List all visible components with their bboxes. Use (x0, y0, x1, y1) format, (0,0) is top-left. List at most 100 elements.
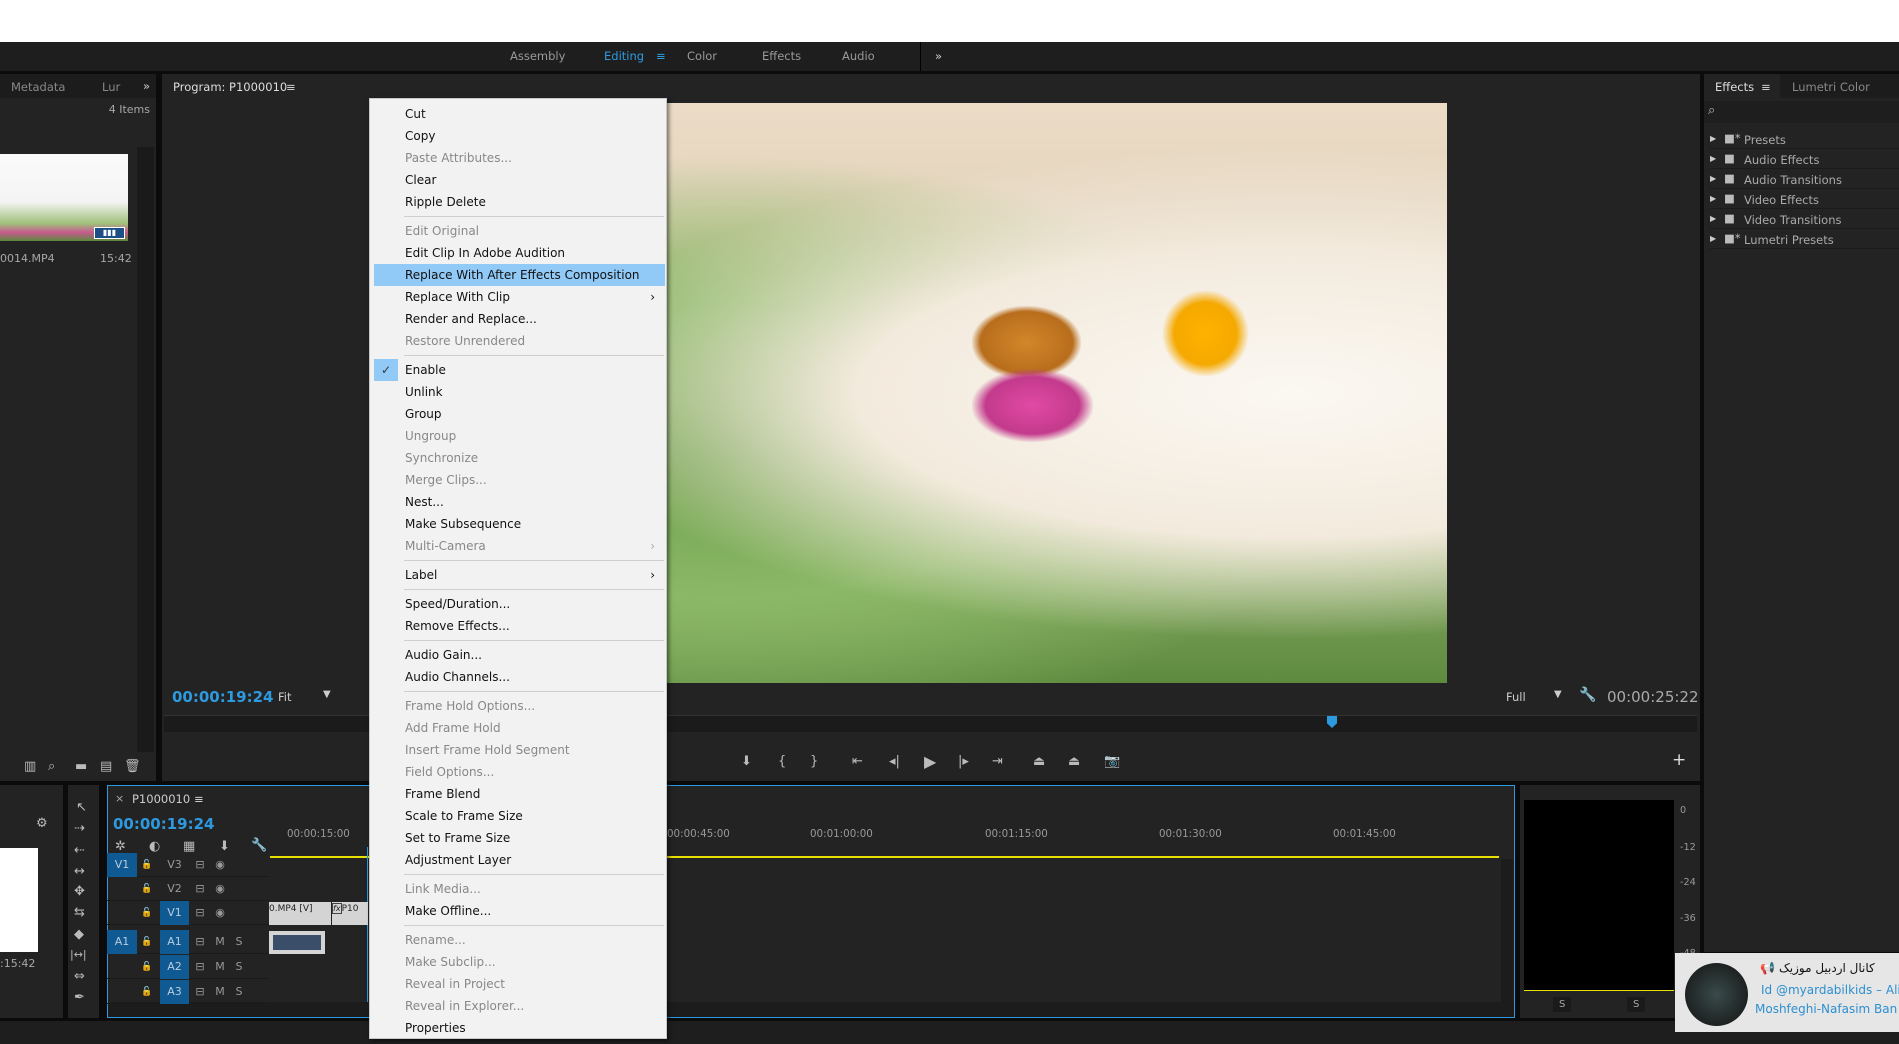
timeline-scrollbar[interactable] (1501, 859, 1513, 1004)
menu-item-multi-camera[interactable]: Multi-Camera › (374, 535, 665, 557)
sync-lock-icon[interactable]: ⊟ (194, 853, 206, 877)
effects-item-presets[interactable]: ▶ ■* Presets (1710, 130, 1899, 149)
effects-menu-icon[interactable]: ≡ (1761, 80, 1771, 94)
fit-chevron-icon[interactable]: ▼ (323, 689, 331, 700)
mark-in-icon[interactable]: { (778, 754, 786, 769)
menu-item-reveal-in-explorer[interactable]: Reveal in Explorer... (374, 995, 665, 1017)
sync-lock-icon[interactable]: ⊟ (194, 955, 206, 979)
video-clip-2[interactable]: fxP10 (332, 902, 368, 925)
workspace-effects[interactable]: Effects (762, 49, 801, 63)
timeline-settings-icon[interactable]: 🔧 (251, 838, 267, 853)
solo-button[interactable]: S (233, 930, 245, 954)
linked-selection-icon[interactable]: ◐ (149, 839, 160, 854)
eye-icon[interactable]: ◉ (214, 853, 226, 877)
menu-item-audio-channels[interactable]: Audio Channels... (374, 666, 665, 688)
expand-triangle-icon[interactable]: ▶ (1710, 154, 1716, 163)
sync-lock-icon[interactable]: ⊟ (194, 930, 206, 954)
program-timecode[interactable]: 00:00:19:24 (172, 688, 274, 706)
menu-item-replace-with-after-effects-composition[interactable]: Replace With After Effects Composition (374, 264, 665, 286)
menu-item-merge-clips[interactable]: Merge Clips... (374, 469, 665, 491)
menu-item-field-options[interactable]: Field Options... (374, 761, 665, 783)
step-back-icon[interactable]: ◂| (889, 754, 900, 769)
new-bin-icon[interactable]: ▬ (75, 759, 87, 774)
snap-icon[interactable]: ✲ (115, 839, 126, 854)
razor-tool-icon[interactable]: ◆ (74, 927, 84, 942)
menu-item-cut[interactable]: Cut (374, 103, 665, 125)
menu-item-edit-original[interactable]: Edit Original (374, 220, 665, 242)
effects-item-audio-transitions[interactable]: ▶ ■ Audio Transitions (1710, 170, 1899, 189)
tab-effects[interactable]: Effects (1715, 80, 1754, 94)
menu-item-add-frame-hold[interactable]: Add Frame Hold (374, 717, 665, 739)
tab-lur[interactable]: Lur (102, 80, 120, 94)
menu-item-restore-unrendered[interactable]: Restore Unrendered (374, 330, 665, 352)
menu-item-clear[interactable]: Clear (374, 169, 665, 191)
expand-triangle-icon[interactable]: ▶ (1710, 234, 1716, 243)
go-to-out-icon[interactable]: ⇥ (992, 754, 1003, 769)
monitor-menu-icon[interactable]: ≡ (286, 80, 296, 94)
menu-item-copy[interactable]: Copy (374, 125, 665, 147)
marker-icon[interactable]: ⬇ (219, 839, 230, 854)
menu-item-adjustment-layer[interactable]: Adjustment Layer (374, 849, 665, 871)
menu-item-label[interactable]: Label › (374, 564, 665, 586)
quality-dropdown[interactable]: Full (1506, 690, 1526, 704)
add-marker-icon[interactable]: ⬇ (741, 754, 752, 769)
audio-clip[interactable] (269, 931, 325, 954)
source-patch[interactable] (107, 980, 137, 1004)
selection-tool-icon[interactable]: ↖ (76, 800, 87, 815)
effects-search-input[interactable]: ⌕ (1704, 101, 1899, 123)
fit-dropdown[interactable]: Fit (278, 690, 291, 704)
source-patch[interactable] (107, 955, 137, 979)
track-target[interactable]: A1 (160, 930, 189, 954)
solo-button[interactable]: S (233, 980, 245, 1004)
workspace-menu-icon[interactable]: ≡ (656, 49, 666, 63)
menu-item-render-and-replace[interactable]: Render and Replace... (374, 308, 665, 330)
new-item-icon[interactable]: ▤ (100, 759, 112, 774)
effects-item-video-effects[interactable]: ▶ ■ Video Effects (1710, 190, 1899, 209)
track-target[interactable]: A2 (160, 955, 189, 979)
ripple-edit-tool-icon[interactable]: ⇠ (74, 843, 85, 858)
menu-item-rename[interactable]: Rename... (374, 929, 665, 951)
list-view-icon[interactable]: ▥ (24, 759, 36, 774)
source-patch[interactable]: A1 (107, 930, 137, 954)
menu-item-unlink[interactable]: Unlink (374, 381, 665, 403)
expand-triangle-icon[interactable]: ▶ (1710, 214, 1716, 223)
menu-item-make-subsequence[interactable]: Make Subsequence (374, 513, 665, 535)
menu-item-enable[interactable]: Enable ✓ (374, 359, 665, 381)
menu-item-nest[interactable]: Nest... (374, 491, 665, 513)
add-edit-icon[interactable]: ▦ (183, 839, 195, 854)
lift-icon[interactable]: ⏏ (1033, 754, 1045, 769)
menu-item-ripple-delete[interactable]: Ripple Delete (374, 191, 665, 213)
menu-item-reveal-in-project[interactable]: Reveal in Project (374, 973, 665, 995)
source-patch[interactable] (107, 901, 137, 925)
menu-item-make-subclip[interactable]: Make Subclip... (374, 951, 665, 973)
wrench-icon[interactable]: 🔧 (1579, 687, 1596, 703)
menu-item-scale-to-frame-size[interactable]: Scale to Frame Size (374, 805, 665, 827)
mark-out-icon[interactable]: } (810, 754, 818, 769)
lock-icon[interactable]: 🔓 (141, 980, 153, 1004)
extract-icon[interactable]: ⏏ (1068, 754, 1080, 769)
solo-right-button[interactable]: S (1627, 997, 1646, 1012)
sync-lock-icon[interactable]: ⊟ (194, 877, 206, 901)
solo-left-button[interactable]: S (1553, 997, 1572, 1012)
menu-item-replace-with-clip[interactable]: Replace With Clip › (374, 286, 665, 308)
lock-icon[interactable]: 🔓 (141, 853, 153, 877)
menu-item-make-offline[interactable]: Make Offline... (374, 900, 665, 922)
expand-triangle-icon[interactable]: ▶ (1710, 134, 1716, 143)
eye-icon[interactable]: ◉ (214, 901, 226, 925)
timeline-close-icon[interactable]: × (115, 792, 124, 805)
search-icon[interactable]: ⌕ (48, 759, 55, 774)
timeline-hscroll[interactable] (108, 1002, 1514, 1017)
step-forward-icon[interactable]: |▸ (958, 754, 969, 769)
menu-item-properties[interactable]: Properties (374, 1017, 665, 1039)
add-button[interactable]: + (1672, 750, 1686, 770)
workspace-assembly[interactable]: Assembly (510, 49, 565, 63)
mute-button[interactable]: M (214, 980, 226, 1004)
trash-icon[interactable]: 🗑 (124, 759, 141, 774)
menu-item-group[interactable]: Group (374, 403, 665, 425)
go-to-in-icon[interactable]: ⇤ (852, 754, 863, 769)
menu-item-edit-clip-in-adobe-audition[interactable]: Edit Clip In Adobe Audition (374, 242, 665, 264)
track-target[interactable]: V1 (160, 901, 189, 925)
lock-icon[interactable]: 🔓 (141, 877, 153, 901)
tab-metadata[interactable]: Metadata (11, 80, 65, 94)
menu-item-insert-frame-hold-segment[interactable]: Insert Frame Hold Segment (374, 739, 665, 761)
